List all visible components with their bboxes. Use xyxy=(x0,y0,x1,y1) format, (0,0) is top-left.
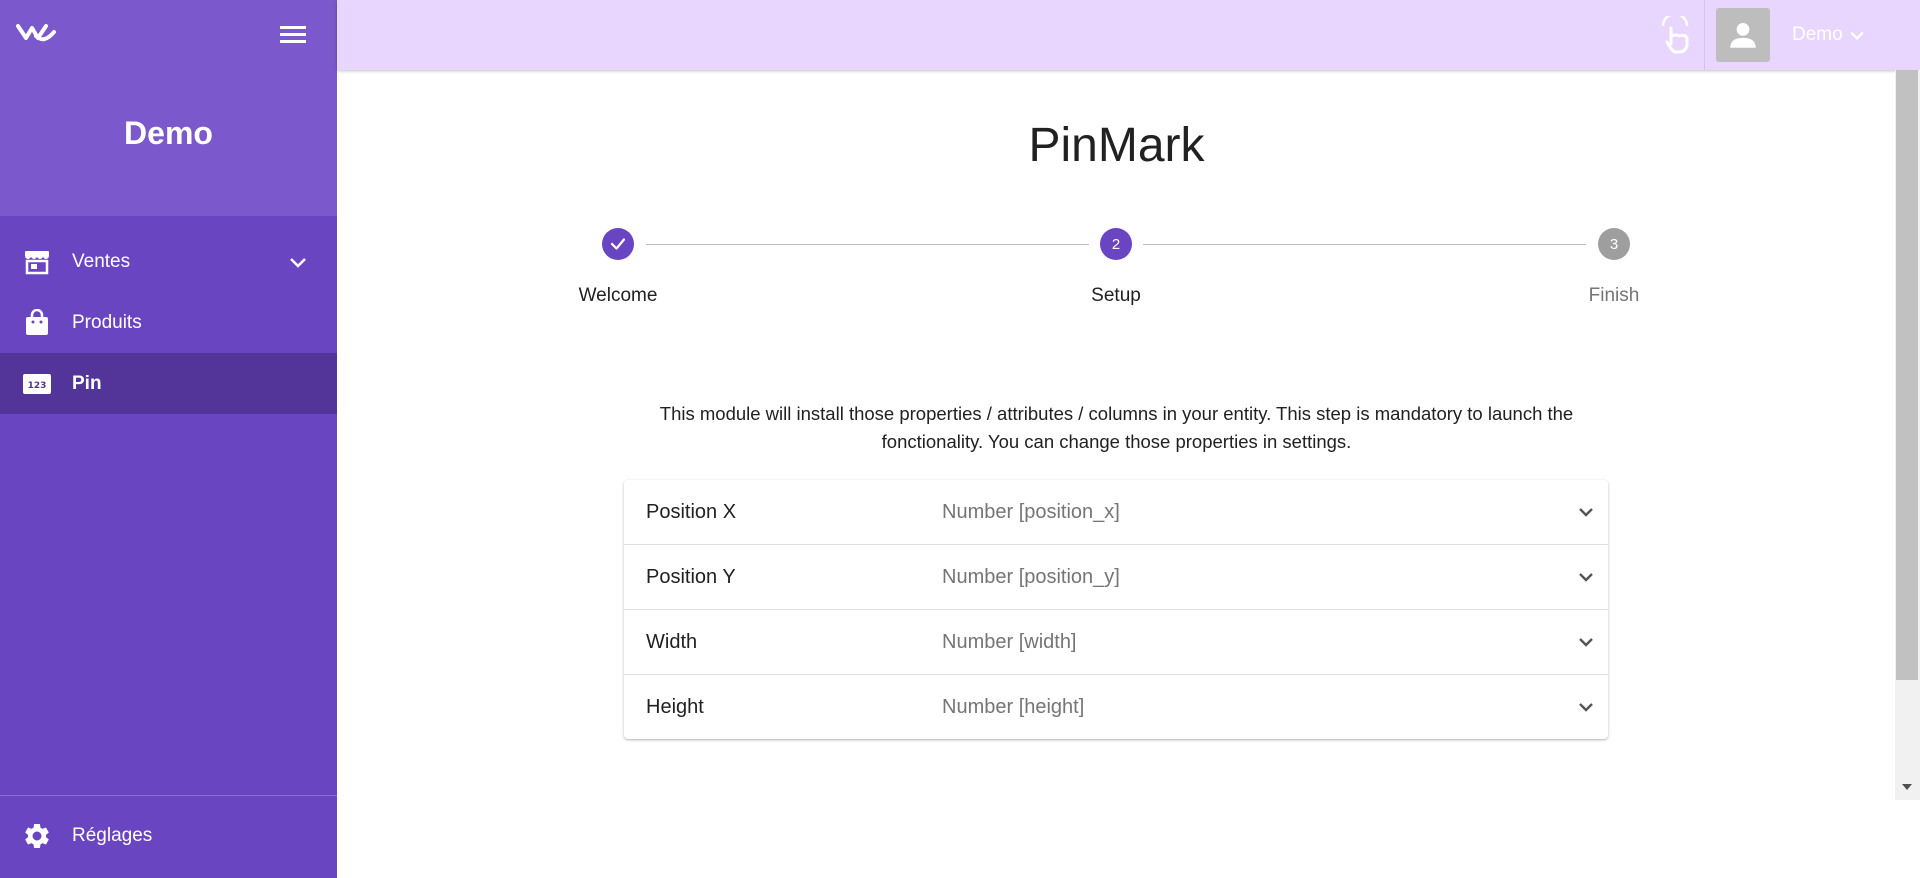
step-label-welcome: Welcome xyxy=(578,285,658,306)
step-label-setup: Setup xyxy=(1091,285,1141,306)
property-type-value: Number [width] xyxy=(942,631,1077,653)
main-content: PinMark 2 3 Welcome Setup Finish This mo… xyxy=(338,70,1895,878)
app-logo-icon[interactable] xyxy=(16,20,56,46)
sidebar-item-ventes[interactable]: Ventes xyxy=(0,231,337,292)
avatar[interactable] xyxy=(1716,8,1770,62)
property-type-value: Number [height] xyxy=(942,696,1085,718)
svg-text:123: 123 xyxy=(28,381,47,391)
top-bar: Demo xyxy=(337,0,1920,70)
chevron-down-icon xyxy=(1850,31,1864,40)
property-name: Position X xyxy=(646,501,737,523)
sidebar-header: Demo xyxy=(0,0,337,216)
sidebar-item-produits[interactable]: Produits xyxy=(0,292,337,353)
chevron-down-icon xyxy=(1579,703,1593,712)
chevron-down-icon xyxy=(1579,573,1593,582)
settings-label: Réglages xyxy=(72,825,153,846)
touch-icon[interactable] xyxy=(1657,16,1693,54)
user-icon xyxy=(1730,22,1756,48)
sidebar-divider xyxy=(0,795,337,796)
property-name: Position Y xyxy=(646,566,736,588)
chevron-down-icon xyxy=(290,257,306,268)
chevron-down-icon xyxy=(1579,638,1593,647)
step-label-finish: Finish xyxy=(1588,285,1640,306)
property-row: Height Number [height] xyxy=(624,675,1608,739)
sidebar-item-label: Ventes xyxy=(72,250,131,272)
step-connector xyxy=(1143,244,1586,245)
scroll-down-arrow-icon[interactable] xyxy=(1899,781,1915,793)
sidebar-nav: Ventes Produits 123 Pin xyxy=(0,231,337,414)
property-name: Height xyxy=(646,696,704,718)
store-icon xyxy=(22,247,52,277)
sidebar-item-label: Pin xyxy=(72,372,102,394)
property-type-value: Number [position_x] xyxy=(942,501,1120,523)
step-connector xyxy=(646,244,1089,245)
shopping-bag-icon xyxy=(22,308,52,338)
check-icon xyxy=(610,238,626,250)
sidebar: Demo Ventes Produits 123 Pin Réglages xyxy=(0,0,337,878)
step-finish-indicator: 3 xyxy=(1598,228,1630,260)
property-type-select[interactable]: Number [height] xyxy=(934,675,1608,739)
sidebar-item-pin[interactable]: 123 Pin xyxy=(0,353,337,414)
step-welcome-indicator xyxy=(602,228,634,260)
sidebar-item-label: Produits xyxy=(72,311,142,333)
property-type-select[interactable]: Number [width] xyxy=(934,610,1608,674)
gear-icon xyxy=(25,823,49,848)
scrollbar-thumb[interactable] xyxy=(1896,70,1918,680)
user-menu[interactable]: Demo xyxy=(1792,0,1867,70)
chevron-down-icon xyxy=(1579,508,1593,517)
property-row: Position X Number [position_x] xyxy=(624,480,1608,545)
intro-text: This module will install those propertie… xyxy=(659,403,1574,452)
property-row: Position Y Number [position_y] xyxy=(624,545,1608,610)
page-title: PinMark xyxy=(1028,119,1205,172)
properties-panel: Position X Number [position_x] Position … xyxy=(624,480,1608,739)
property-type-select[interactable]: Number [position_y] xyxy=(934,545,1608,609)
property-row: Width Number [width] xyxy=(624,610,1608,675)
property-name: Width xyxy=(646,631,698,653)
numbers-123-icon: 123 xyxy=(22,369,52,399)
sidebar-item-settings[interactable]: Réglages xyxy=(0,806,337,866)
property-type-value: Number [position_y] xyxy=(942,566,1120,588)
step-setup-indicator: 2 xyxy=(1100,228,1132,260)
sidebar-brand: Demo xyxy=(124,115,213,151)
user-name: Demo xyxy=(1792,24,1843,45)
topbar-separator xyxy=(1704,0,1705,70)
menu-icon[interactable] xyxy=(278,22,308,46)
property-type-select[interactable]: Number [position_x] xyxy=(934,480,1608,544)
